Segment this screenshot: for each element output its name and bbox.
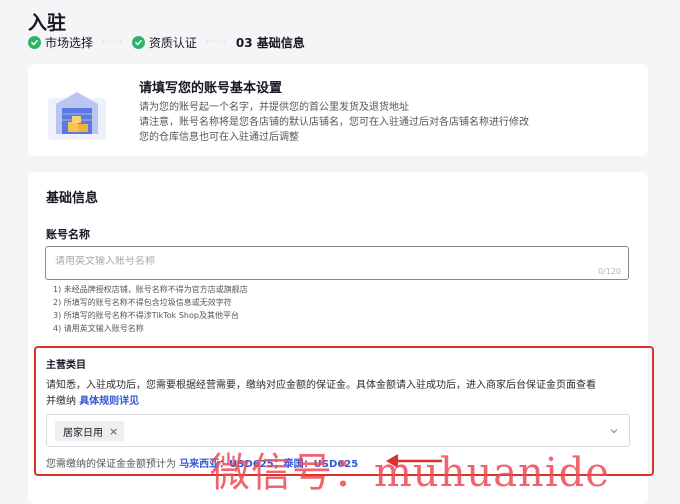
- account-name-field[interactable]: 0/120: [45, 246, 629, 280]
- deposit-prefix: 您需缴纳的保证金金额预计为: [46, 459, 176, 470]
- progress-steps: 市场选择 ····· 资质认证 ····· 03 基础信息: [28, 34, 305, 50]
- category-title: 主营类目: [46, 360, 86, 371]
- category-tag-label: 居家日用: [63, 427, 103, 439]
- category-tag: 居家日用 ×: [55, 421, 125, 441]
- account-name-input[interactable]: [55, 256, 575, 267]
- category-description: 请知悉，入驻成功后，您需要根据经营需要，缴纳对应金额的保证金。具体金额请入驻成功…: [46, 380, 596, 391]
- warehouse-illustration-icon: [48, 92, 106, 140]
- rules-detail-link[interactable]: 具体规则详见: [79, 396, 139, 407]
- chevron-down-icon[interactable]: [609, 426, 619, 436]
- close-icon[interactable]: ×: [109, 425, 118, 438]
- intro-line: 请注意，账号名称将是您各店铺的默认店铺名，您可在入驻通过后对各店铺名称进行修改: [139, 117, 529, 128]
- check-circle-icon: [131, 35, 145, 49]
- step-label: 市场选择: [45, 35, 94, 50]
- category-description-cont: 并缴纳 具体规则详见: [46, 392, 139, 407]
- intro-line: 您的仓库信息也可在入驻通过后调整: [139, 132, 299, 143]
- intro-title: 请填写您的账号基本设置: [139, 81, 283, 96]
- name-rule: 2) 所填写的账号名称不得包含垃圾信息或无效字符: [53, 298, 232, 307]
- intro-line: 请为您的账号起一个名字，并提供您的首公里发货及退货地址: [139, 102, 409, 113]
- check-circle-icon: [28, 35, 41, 49]
- step-separator: ·····: [205, 36, 227, 48]
- step-market: 市场选择: [28, 34, 93, 51]
- category-desc-prefix: 并缴纳: [46, 396, 76, 407]
- section-title: 基础信息: [46, 191, 99, 206]
- name-rule: 1) 未经品牌授权店铺，账号名称不得为官方店或旗舰店: [53, 285, 248, 294]
- watermark: 微信号：muhuanide: [210, 450, 610, 496]
- step-separator: ·····: [102, 36, 123, 48]
- step-label: 03 基础信息: [235, 35, 305, 50]
- account-name-label: 账号名称: [46, 228, 90, 241]
- intro-card: 请填写您的账号基本设置 请为您的账号起一个名字，并提供您的首公里发货及退货地址 …: [28, 64, 648, 156]
- char-counter: 0/120: [597, 267, 621, 276]
- step-label: 资质认证: [148, 35, 197, 50]
- page-title: 入驻: [28, 12, 67, 34]
- name-rule: 4) 请用英文输入账号名称: [53, 324, 144, 333]
- name-rule: 3) 所填写的账号名称不得涉TikTok Shop及其他平台: [53, 311, 239, 320]
- step-basic-info: 03 基础信息: [236, 34, 305, 51]
- step-qualification: 资质认证: [131, 34, 197, 51]
